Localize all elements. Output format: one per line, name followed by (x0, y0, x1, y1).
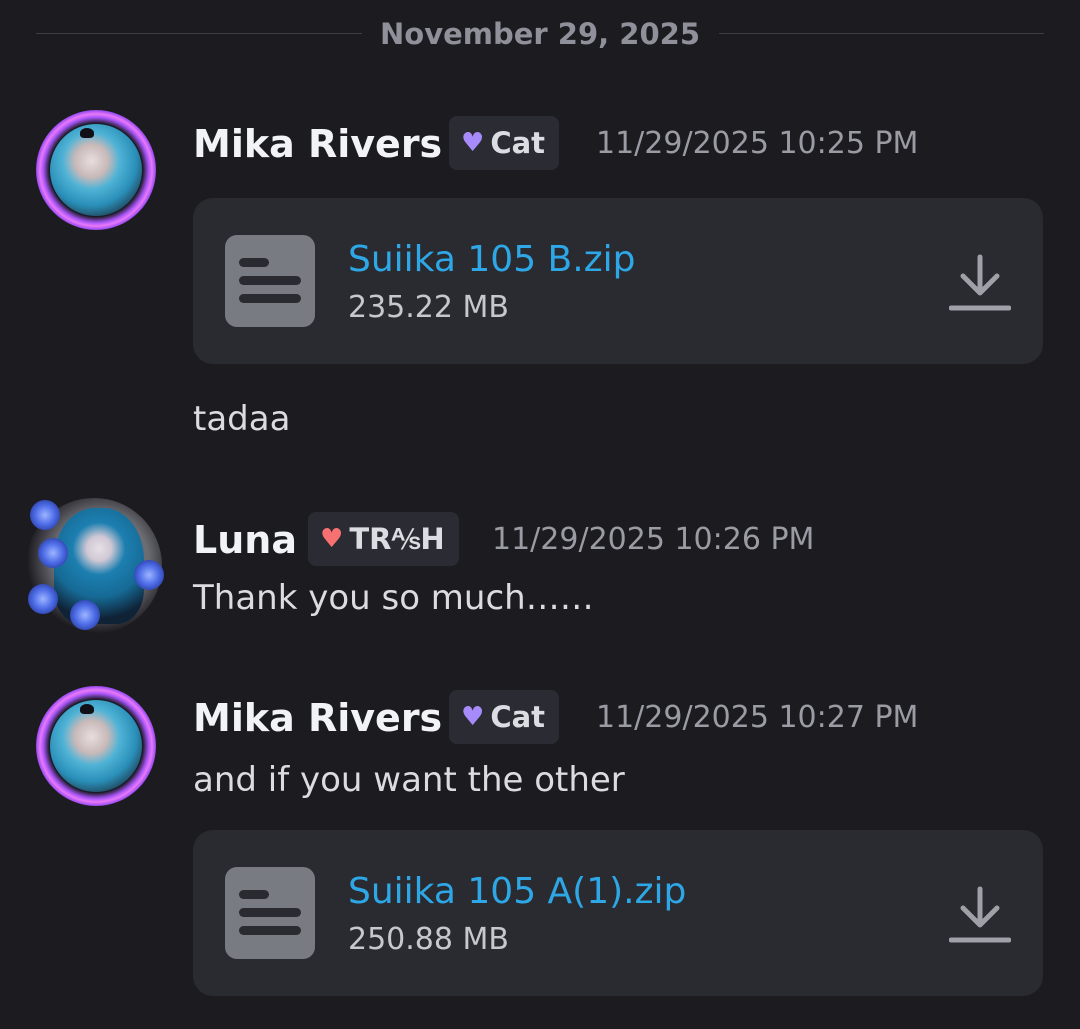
avatar[interactable] (26, 498, 164, 634)
avatar-image (50, 124, 142, 216)
date-divider: November 29, 2025 (36, 14, 1044, 54)
file-icon (225, 867, 315, 959)
file-name-link[interactable]: Suiika 105 A(1).zip (348, 868, 686, 916)
download-icon[interactable] (949, 253, 1011, 313)
message-text: tadaa (193, 399, 291, 439)
heart-icon: ♥ (461, 702, 485, 732)
user-tag[interactable]: ♥ Cat (449, 690, 560, 744)
timestamp: 11/29/2025 10:25 PM (596, 126, 919, 161)
divider-line (719, 33, 1044, 34)
username[interactable]: Luna (193, 512, 297, 568)
avatar-image (54, 508, 144, 624)
heart-icon: ♥ (320, 524, 344, 554)
flower-decoration (134, 560, 164, 590)
message-text: Thank you so much…… (193, 578, 594, 618)
download-icon[interactable] (949, 885, 1011, 945)
message: Mika Rivers ♥ Cat 11/29/2025 10:27 PM an… (0, 686, 1080, 1006)
chat-view: November 29, 2025 Mika Rivers ♥ Cat 11/2… (0, 0, 1080, 1029)
file-size: 250.88 MB (348, 922, 509, 957)
user-tag[interactable]: ♥ Cat (449, 116, 560, 170)
message-text: and if you want the other (193, 760, 625, 800)
timestamp: 11/29/2025 10:26 PM (492, 522, 815, 557)
user-tag[interactable]: ♥ TR⅍H (308, 512, 459, 566)
avatar-image (50, 700, 142, 792)
flower-decoration (38, 538, 68, 568)
tag-label: TR⅍H (349, 521, 445, 556)
file-size: 235.22 MB (348, 290, 509, 325)
timestamp: 11/29/2025 10:27 PM (596, 700, 919, 735)
avatar[interactable] (36, 686, 156, 806)
file-attachment[interactable]: Suiika 105 A(1).zip 250.88 MB (193, 830, 1043, 996)
flower-decoration (70, 600, 100, 630)
username[interactable]: Mika Rivers (193, 690, 442, 746)
tag-label: Cat (490, 700, 546, 734)
tag-label: Cat (490, 126, 546, 160)
flower-decoration (30, 500, 60, 530)
file-attachment[interactable]: Suiika 105 B.zip 235.22 MB (193, 198, 1043, 364)
message: Luna ♥ TR⅍H 11/29/2025 10:26 PM Thank yo… (0, 498, 1080, 638)
file-icon (225, 235, 315, 327)
avatar[interactable] (36, 110, 156, 230)
date-label: November 29, 2025 (380, 17, 700, 51)
message: Mika Rivers ♥ Cat 11/29/2025 10:25 PM Su… (0, 110, 1080, 450)
flower-decoration (28, 584, 58, 614)
file-name-link[interactable]: Suiika 105 B.zip (348, 236, 635, 284)
heart-icon: ♥ (461, 128, 485, 158)
username[interactable]: Mika Rivers (193, 116, 442, 172)
